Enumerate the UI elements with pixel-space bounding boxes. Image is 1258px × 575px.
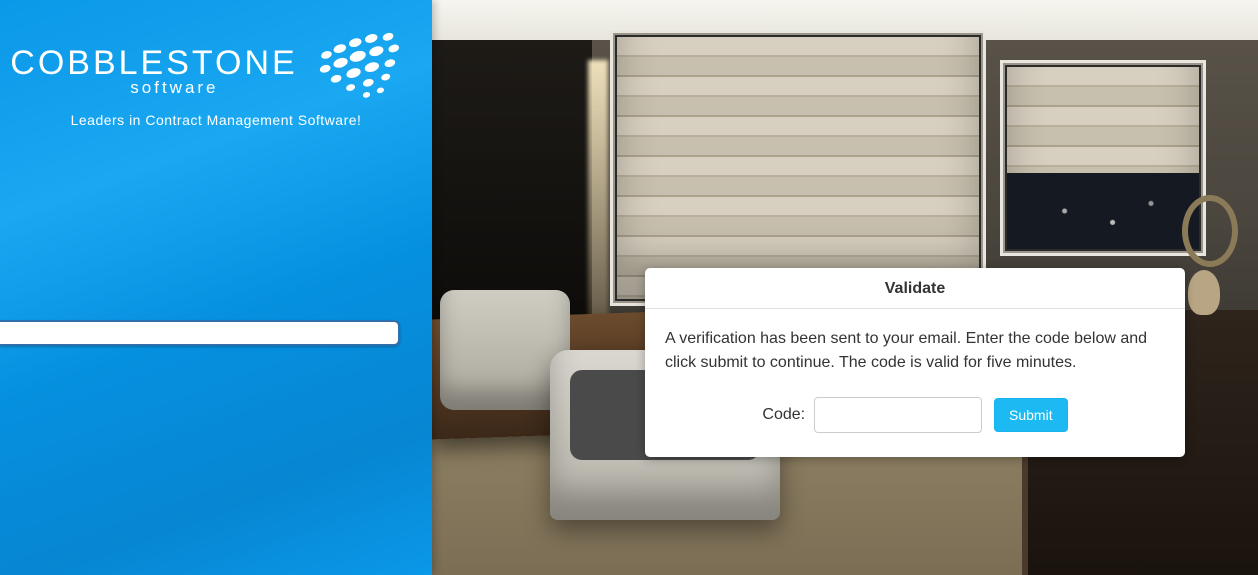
code-input[interactable] xyxy=(814,397,982,433)
card-message: A verification has been sent to your ema… xyxy=(665,327,1165,375)
bg-window-small xyxy=(1000,60,1206,256)
brand-panel: COBBLESTONE software xyxy=(0,0,432,575)
card-title: Validate xyxy=(645,268,1185,309)
code-form-row: Code: Submit xyxy=(665,397,1165,433)
code-label: Code: xyxy=(762,406,805,423)
card-body: A verification has been sent to your ema… xyxy=(645,309,1185,457)
bg-doorlight xyxy=(588,60,608,320)
brand-name: COBBLESTONE xyxy=(10,46,297,80)
brand-block: COBBLESTONE software xyxy=(0,24,432,128)
brand-dots-icon xyxy=(312,24,422,98)
bg-vase xyxy=(1180,185,1228,315)
validate-card: Validate A verification has been sent to… xyxy=(645,268,1185,457)
app-stage: COBBLESTONE software xyxy=(0,0,1258,575)
side-input[interactable] xyxy=(0,320,400,346)
submit-button[interactable]: Submit xyxy=(994,398,1068,432)
brand-tagline: Leaders in Contract Management Software! xyxy=(0,112,432,128)
bg-window-large xyxy=(610,30,986,306)
